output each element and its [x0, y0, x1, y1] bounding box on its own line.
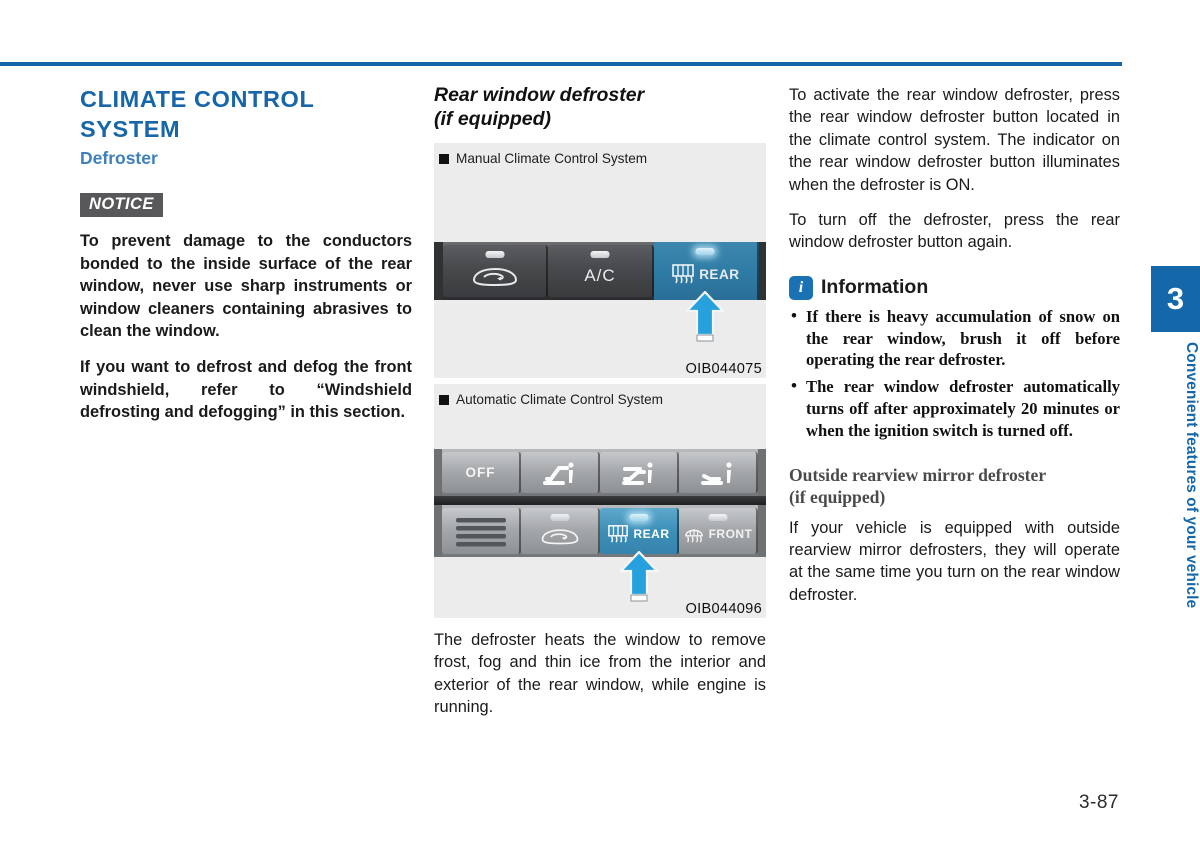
- figure-label-manual: Manual Climate Control System: [434, 143, 766, 166]
- ac-button[interactable]: A/C: [548, 245, 654, 297]
- figure-code-manual: OIB044075: [685, 361, 762, 377]
- panel-edge-left: [434, 505, 442, 557]
- mirror-defroster-heading: Outside rearview mirror defroster (if eq…: [789, 464, 1120, 508]
- panel-edge-right: [758, 242, 766, 300]
- chapter-tab: 3: [1151, 266, 1200, 332]
- notice-paragraph-1: To prevent damage to the conductors bond…: [80, 232, 412, 341]
- right-column: To activate the rear window defroster, p…: [789, 84, 1120, 606]
- rear-defroster-heading-sub: (if equipped): [434, 107, 551, 130]
- chapter-title-vertical: Convenient features of your vehicle: [1183, 342, 1200, 609]
- information-header: i Information: [789, 275, 1120, 300]
- notice-paragraph-2: If you want to defrost and defog the fro…: [80, 357, 412, 422]
- information-title: Information: [821, 276, 929, 299]
- recirculation-icon: [472, 267, 517, 286]
- recirculation-button[interactable]: [443, 245, 549, 297]
- list-item: The rear window defroster automatically …: [789, 375, 1120, 441]
- list-item: If there is heavy accumulation of snow o…: [789, 305, 1120, 371]
- mirror-defroster-paragraph: If your vehicle is equipped with outside…: [789, 518, 1120, 604]
- off-button[interactable]: OFF: [442, 452, 521, 493]
- middle-column: Rear window defroster (if equipped) Manu…: [434, 84, 766, 719]
- automatic-defroster-row: REAR FRONT: [434, 505, 766, 557]
- panel-edge-left: [434, 449, 442, 496]
- front-defroster-icon: [684, 529, 703, 543]
- rear-defroster-heading-main: Rear window defroster: [434, 84, 645, 106]
- header-rule: [0, 62, 1122, 66]
- rear-defroster-button-content: REAR: [607, 524, 669, 544]
- front-defroster-button-label: FRONT: [708, 527, 753, 541]
- page-number: 3-87: [1078, 792, 1119, 813]
- ac-led-icon: [590, 251, 610, 258]
- callout-arrow-manual: [686, 291, 724, 343]
- bullet-square-icon: [439, 394, 449, 405]
- rear-defroster-icon: [608, 525, 629, 543]
- panel-edge-right: [758, 449, 766, 496]
- automatic-mode-row: OFF: [434, 449, 766, 496]
- activate-paragraph: To activate the rear window defroster, p…: [789, 86, 1120, 194]
- rear-defroster-button-content: REAR: [671, 263, 739, 285]
- figure-label-automatic: Automatic Climate Control System: [434, 384, 766, 407]
- blower-icon: [455, 518, 506, 547]
- panel-divider: [434, 496, 766, 505]
- recirculation-led-icon: [485, 251, 505, 258]
- turn-off-paragraph: To turn off the defroster, press the rea…: [789, 211, 1120, 252]
- mode-floor-button[interactable]: [679, 452, 758, 493]
- notice-badge: NOTICE: [80, 193, 163, 217]
- recirculation-icon: [541, 529, 578, 545]
- mode-face-floor-icon: [621, 461, 653, 485]
- mirror-defroster-heading-sub: (if equipped): [789, 486, 886, 507]
- recirculation-button[interactable]: [521, 508, 600, 554]
- rear-defroster-icon: [672, 264, 694, 284]
- chapter-number: 3: [1166, 281, 1185, 316]
- rear-defroster-heading: Rear window defroster (if equipped): [434, 84, 766, 131]
- mode-face-floor-button[interactable]: [600, 452, 679, 493]
- information-icon: i: [789, 275, 813, 300]
- figure-automatic-climate-control: Automatic Climate Control System OFF REA…: [434, 384, 766, 618]
- rear-defroster-led-icon: [629, 514, 648, 521]
- panel-edge-left: [434, 242, 443, 300]
- recirculation-led-icon: [550, 514, 569, 521]
- figure-manual-climate-control: Manual Climate Control System A/C REAR O…: [434, 143, 766, 378]
- figure-label-manual-text: Manual Climate Control System: [456, 151, 648, 166]
- blower-button[interactable]: [442, 508, 521, 554]
- figure-label-automatic-text: Automatic Climate Control System: [456, 392, 663, 407]
- rear-defroster-led-icon: [695, 248, 715, 255]
- mode-face-button[interactable]: [521, 452, 600, 493]
- mode-face-icon: [542, 461, 574, 485]
- bullet-square-icon: [439, 153, 449, 164]
- panel-edge-right: [758, 505, 766, 557]
- figure-code-automatic: OIB044096: [685, 601, 762, 617]
- mode-floor-icon: [700, 461, 732, 485]
- mirror-defroster-heading-main: Outside rearview mirror defroster: [789, 464, 1047, 485]
- callout-arrow-automatic: [620, 551, 658, 603]
- manual-page: 3 Convenient features of your vehicle CL…: [0, 0, 1200, 845]
- rear-defroster-button-label: REAR: [633, 527, 670, 541]
- front-defroster-button[interactable]: FRONT: [679, 508, 758, 554]
- rear-defroster-button[interactable]: REAR: [600, 508, 679, 554]
- rear-defroster-button-label: REAR: [699, 266, 740, 282]
- left-column: CLIMATE CONTROL SYSTEM Defroster NOTICE …: [80, 84, 412, 424]
- front-defroster-led-icon: [708, 514, 727, 521]
- page-title: CLIMATE CONTROL SYSTEM: [80, 86, 314, 142]
- subsection-title: Defroster: [80, 148, 158, 168]
- front-defroster-button-content: FRONT: [683, 524, 753, 544]
- off-button-label: OFF: [465, 465, 496, 480]
- ac-button-label: A/C: [584, 265, 616, 285]
- information-bullet-list: If there is heavy accumulation of snow o…: [789, 305, 1120, 442]
- defroster-description-paragraph: The defroster heats the window to remove…: [434, 631, 766, 717]
